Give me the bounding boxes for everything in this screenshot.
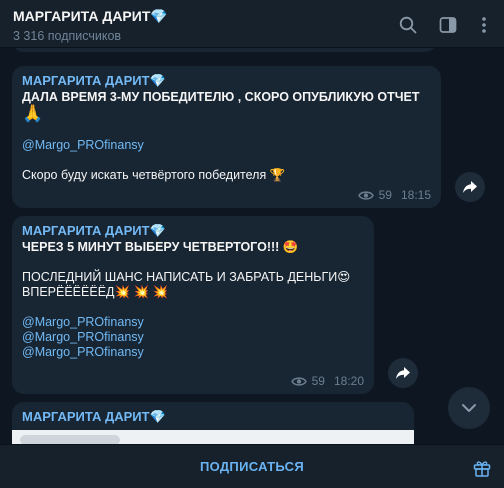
channel-header[interactable]: МАРГАРИТА ДАРИТ💎 3 316 подписчиков (0, 0, 504, 48)
media-preview[interactable] (12, 430, 414, 444)
footer-bar: ПОДПИСАТЬСЯ (0, 444, 504, 488)
message-text: Скоро буду искать четвёртого победителя … (22, 168, 286, 182)
message-text: ПОСЛЕДНИЙ ШАНС НАПИСАТЬ И ЗАБРАТЬ ДЕНЬГИ… (22, 270, 351, 284)
message-author[interactable]: МАРГАРИТА ДАРИТ💎 (22, 408, 404, 426)
message-text: 🙏 (22, 104, 44, 123)
mention-link[interactable]: @Margo_PROfinansy (22, 138, 431, 153)
subscriber-count: 3 316 подписчиков (13, 29, 122, 43)
message-text: ДАЛА ВРЕМЯ 3-МУ ПОБЕДИТЕЛЮ , СКОРО ОПУБЛ… (22, 90, 420, 104)
more-icon[interactable] (474, 15, 494, 35)
message-feed[interactable]: МАРГАРИТА ДАРИТ💎 ДАЛА ВРЕМЯ 3-МУ ПОБЕДИТ… (0, 48, 504, 444)
search-icon[interactable] (398, 15, 418, 35)
scroll-to-bottom-button[interactable] (448, 387, 490, 429)
gift-icon[interactable] (472, 458, 492, 478)
message-author[interactable]: МАРГАРИТА ДАРИТ💎 (22, 72, 431, 90)
mention-link[interactable]: @Margo_PROfinansy (22, 315, 364, 330)
view-count: 59 (378, 188, 392, 202)
mention-link[interactable]: @Margo_PROfinansy (22, 345, 364, 360)
subscribe-button[interactable]: ПОДПИСАТЬСЯ (175, 456, 329, 478)
share-button[interactable] (388, 358, 418, 388)
share-arrow-icon (396, 367, 410, 379)
message-text: ЧЕРЕЗ 5 МИНУТ ВЫБЕРУ ЧЕТВЕРТОГО!!! 🤩 (22, 240, 299, 254)
views-icon (290, 376, 307, 386)
message-author[interactable]: МАРГАРИТА ДАРИТ💎 (22, 222, 364, 240)
views-icon (357, 190, 374, 200)
channel-title[interactable]: МАРГАРИТА ДАРИТ💎 (13, 8, 168, 25)
message-bubble[interactable]: МАРГАРИТА ДАРИТ💎 ДАЛА ВРЕМЯ 3-МУ ПОБЕДИТ… (12, 66, 441, 208)
message-text: ВПЕРЁЁЁЁЁЁД💥 💥 💥 (22, 285, 169, 299)
mention-link[interactable]: @Margo_PROfinansy (22, 330, 364, 345)
view-count: 59 (311, 374, 325, 388)
message-time: 18:20 (333, 374, 364, 388)
chevron-down-icon (462, 404, 476, 412)
message-time: 18:15 (400, 188, 431, 202)
message-meta: 59 18:15 (357, 188, 431, 202)
message-bubble[interactable]: МАРГАРИТА ДАРИТ💎 (12, 402, 414, 444)
share-button[interactable] (455, 172, 485, 202)
previous-message-bubble (12, 48, 437, 52)
message-bubble[interactable]: МАРГАРИТА ДАРИТ💎 ЧЕРЕЗ 5 МИНУТ ВЫБЕРУ ЧЕ… (12, 216, 374, 394)
share-arrow-icon (463, 181, 477, 193)
sidebar-toggle-icon[interactable] (438, 15, 458, 35)
message-meta: 59 18:20 (290, 374, 364, 388)
